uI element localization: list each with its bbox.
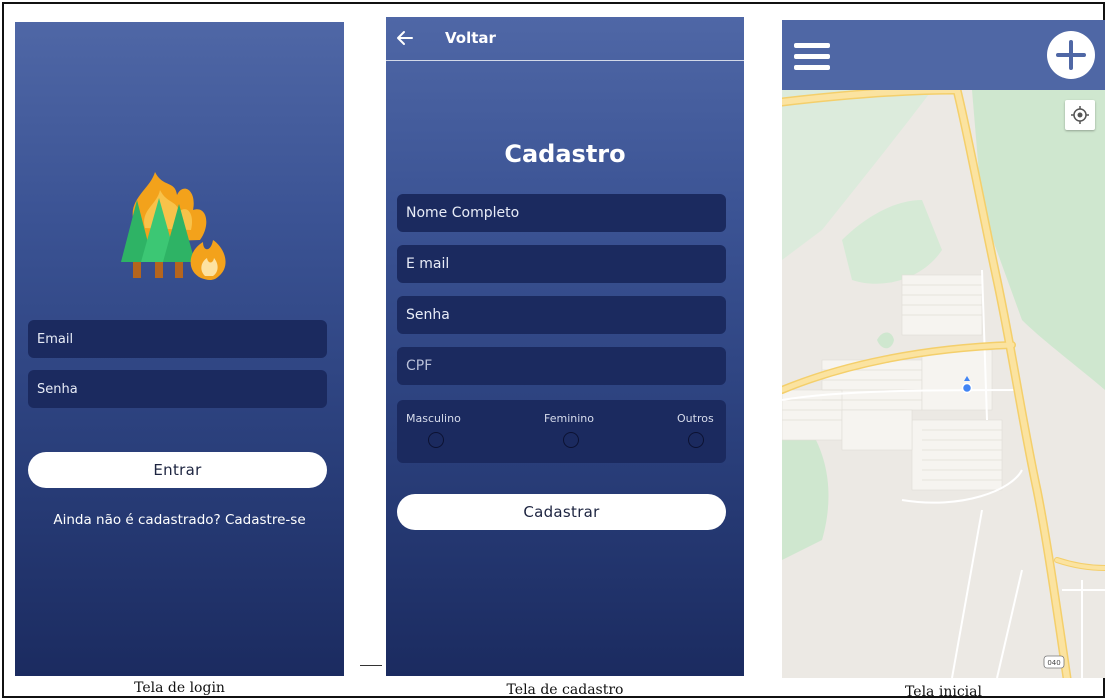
password-input[interactable]: Senha (28, 370, 327, 408)
gender-radio-female[interactable] (563, 432, 579, 448)
password-placeholder: Senha (406, 307, 450, 323)
fullname-input[interactable]: Nome Completo (397, 194, 726, 232)
gender-label-male: Masculino (406, 412, 461, 425)
cpf-input[interactable]: CPF (397, 347, 726, 385)
signup-title: Cadastro (504, 140, 626, 168)
email-input[interactable]: E mail (397, 245, 726, 283)
fullname-placeholder: Nome Completo (406, 205, 520, 221)
signup-screen: Voltar Cadastro Nome Completo E mail Sen… (386, 17, 744, 676)
email-input[interactable]: Email (28, 320, 327, 358)
road-number-label: 040 (1047, 659, 1060, 667)
caption-login: Tela de login (134, 680, 225, 696)
my-location-button[interactable] (1065, 100, 1095, 130)
gender-radio-male[interactable] (428, 432, 444, 448)
divider-dash (360, 665, 382, 666)
crosshair-icon (1071, 106, 1089, 124)
signup-topbar: Voltar (386, 17, 744, 61)
map-view[interactable]: 040 (782, 90, 1105, 678)
email-placeholder: E mail (406, 256, 450, 272)
user-location-dot (961, 382, 973, 394)
signup-button[interactable]: Cadastrar (397, 494, 726, 530)
add-button[interactable] (1047, 31, 1095, 79)
home-screen: 040 (782, 20, 1105, 678)
password-input[interactable]: Senha (397, 296, 726, 334)
gender-selector: Masculino Feminino Outros (397, 400, 726, 463)
back-button[interactable]: Voltar (445, 29, 496, 47)
login-screen: Email Senha Entrar Ainda não é cadastrad… (15, 22, 344, 676)
back-arrow-icon[interactable] (396, 27, 414, 49)
enter-button[interactable]: Entrar (28, 452, 327, 488)
caption-home: Tela inicial (905, 684, 982, 700)
signup-link[interactable]: Ainda não é cadastrado? Cadastre-se (15, 512, 344, 528)
gender-label-other: Outros (677, 412, 714, 425)
plus-icon (1056, 40, 1086, 70)
caption-signup: Tela de cadastro (506, 682, 624, 698)
gender-label-female: Feminino (544, 412, 594, 425)
map-topbar (782, 20, 1105, 90)
gender-radio-other[interactable] (688, 432, 704, 448)
cpf-placeholder: CPF (406, 358, 433, 374)
email-placeholder: Email (37, 331, 74, 347)
menu-icon[interactable] (794, 43, 830, 70)
password-placeholder: Senha (37, 381, 78, 397)
forest-fire-icon (121, 172, 226, 280)
